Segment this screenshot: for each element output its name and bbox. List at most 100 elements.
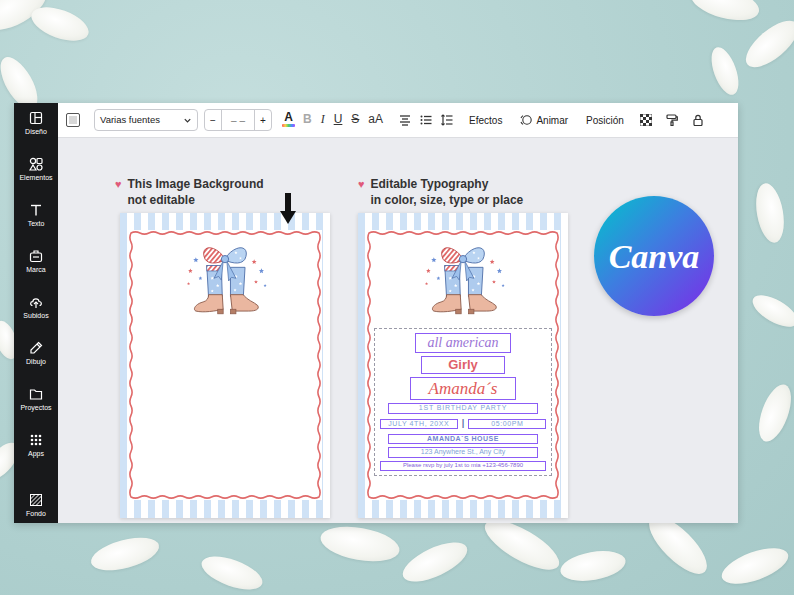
sidebar-item[interactable]: Elementos — [14, 157, 58, 193]
sidebar: Diseño Elementos Texto Marca Subidos Dibujo Pr… — [14, 103, 58, 523]
sidebar-item[interactable]: Proyectos — [14, 387, 58, 423]
date-text[interactable]: JULY 4TH, 20XX — [380, 419, 458, 430]
font-size-control: −– –+ — [204, 109, 272, 131]
pen-icon — [29, 341, 43, 355]
case-button[interactable]: aA — [368, 113, 383, 128]
animate-icon — [520, 114, 532, 126]
flower-petal — [753, 380, 794, 445]
title-text[interactable]: Girly — [421, 356, 505, 374]
flower-petal — [717, 541, 792, 591]
sidebar-item[interactable]: Dibujo — [14, 341, 58, 377]
card-frame — [128, 230, 322, 500]
format-label: U — [334, 112, 343, 126]
format-label: A — [284, 110, 293, 124]
position-button[interactable]: Posición — [586, 113, 624, 128]
note-lines: This Image Backgroundnot editable — [128, 176, 264, 208]
color-bar — [282, 124, 295, 127]
hatch-icon — [29, 493, 43, 507]
sidebar-item[interactable]: Subidos — [14, 295, 58, 331]
toolbar: Varias fuentes −– –+ ABIUSaA Efectos Animar P… — [58, 103, 738, 138]
feature-note: ♥ Editable Typographyin color, size, type… — [358, 176, 574, 208]
flower-petal — [558, 546, 628, 585]
flower-petal — [397, 535, 472, 590]
text-color-button[interactable]: A — [282, 111, 295, 130]
rsvp-text[interactable]: Please rsvp by july 1st to mia +123-456-… — [380, 461, 546, 471]
size-increase-button[interactable]: + — [255, 113, 271, 128]
tagline-text[interactable]: all american — [415, 333, 511, 353]
layout-icon — [29, 111, 43, 125]
color-swatch[interactable] — [66, 113, 80, 127]
underline-button[interactable]: U — [334, 113, 343, 128]
sidebar-label: Fondo — [26, 510, 46, 518]
strikethrough-button[interactable]: S — [351, 113, 359, 128]
italic-button[interactable]: I — [321, 113, 325, 128]
sidebar-label: Apps — [28, 450, 44, 458]
template-column: ♥This Image Backgroundnot editable — [115, 176, 330, 518]
date-row: JULY 4TH, 20XX |05:00PM — [380, 417, 547, 431]
format-label: S — [351, 112, 359, 126]
note-line: This Image Background — [128, 176, 264, 192]
text-icon — [29, 203, 43, 217]
align-center-icon[interactable] — [399, 114, 411, 126]
card-frame: all american Girly Amanda´s 1ST BIRTHDAY PA… — [366, 230, 560, 500]
editor-window: Diseño Elementos Texto Marca Subidos Dibujo Pr… — [14, 103, 738, 523]
cloud-upload-icon — [29, 295, 43, 309]
animate-button[interactable]: Animar — [520, 113, 568, 128]
font-size-field[interactable]: – – — [221, 110, 255, 130]
bold-button[interactable]: B — [303, 113, 312, 128]
bullet-list-icon[interactable] — [420, 114, 432, 126]
format-label: I — [321, 112, 325, 126]
sidebar-item[interactable]: Diseño — [14, 111, 58, 147]
heart-icon: ♥ — [358, 176, 365, 208]
invitation-card[interactable]: all american Girly Amanda´s 1ST BIRTHDAY PA… — [358, 213, 568, 518]
sidebar-item[interactable]: Texto — [14, 203, 58, 239]
selection-group[interactable]: all american Girly Amanda´s 1ST BIRTHDAY PA… — [374, 328, 552, 475]
mockup-stage: Diseño Elementos Texto Marca Subidos Dibujo Pr… — [0, 0, 794, 595]
sidebar-label: Dibujo — [26, 358, 46, 366]
line-spacing-icon[interactable] — [441, 114, 453, 126]
transparency-icon[interactable] — [640, 114, 652, 126]
briefcase-icon — [29, 249, 43, 263]
template-column: ♥ Editable Typographyin color, size, type… — [358, 176, 574, 518]
flower-petal — [738, 13, 794, 76]
sidebar-item[interactable]: Apps — [14, 433, 58, 469]
flower-petal — [88, 531, 163, 576]
format-label: B — [303, 112, 312, 126]
format-label: aA — [368, 112, 383, 126]
separator-text: | — [462, 417, 465, 431]
logo-text: Canva — [609, 231, 700, 282]
font-dropdown[interactable]: Varias fuentes — [94, 109, 198, 131]
sidebar-item[interactable]: Marca — [14, 249, 58, 285]
flower-petal — [27, 1, 93, 48]
note-line: in color, size, type or place — [371, 192, 524, 208]
sidebar-label: Elementos — [19, 174, 52, 182]
effects-button[interactable]: Efectos — [469, 113, 502, 128]
font-name: Varias fuentes — [100, 113, 160, 127]
note-line: Editable Typography — [371, 176, 524, 192]
note-line: not editable — [128, 192, 264, 208]
flower-petal — [752, 181, 788, 245]
animate-label: Animar — [536, 113, 568, 128]
cowgirl-boots-icon — [170, 240, 280, 322]
paint-roller-icon[interactable] — [666, 114, 678, 126]
cowgirl-boots-icon — [408, 240, 518, 322]
flower-petal — [748, 289, 794, 333]
sidebar-item[interactable]: Fondo — [14, 493, 58, 529]
canva-logo: Canva — [594, 196, 714, 316]
name-text[interactable]: Amanda´s — [410, 377, 516, 400]
heart-icon: ♥ — [115, 176, 122, 208]
invitation-card[interactable] — [120, 213, 330, 518]
size-decrease-button[interactable]: − — [205, 113, 221, 128]
flower-petal — [197, 550, 266, 595]
venue-text[interactable]: AMANDA´S HOUSE — [388, 434, 538, 445]
sidebar-label: Texto — [28, 220, 45, 228]
shapes-icon — [29, 157, 43, 171]
sidebar-label: Proyectos — [20, 404, 51, 412]
editor-main: Varias fuentes −– –+ ABIUSaA Efectos Animar P… — [58, 103, 738, 523]
date-text[interactable]: 05:00PM — [468, 419, 546, 430]
grid-icon — [29, 433, 43, 447]
sidebar-label: Diseño — [25, 128, 47, 136]
address-text[interactable]: 123 Anywhere St., Any City — [388, 447, 538, 458]
event-text[interactable]: 1ST BIRTHDAY PARTY — [388, 403, 538, 414]
lock-icon[interactable] — [692, 114, 704, 126]
